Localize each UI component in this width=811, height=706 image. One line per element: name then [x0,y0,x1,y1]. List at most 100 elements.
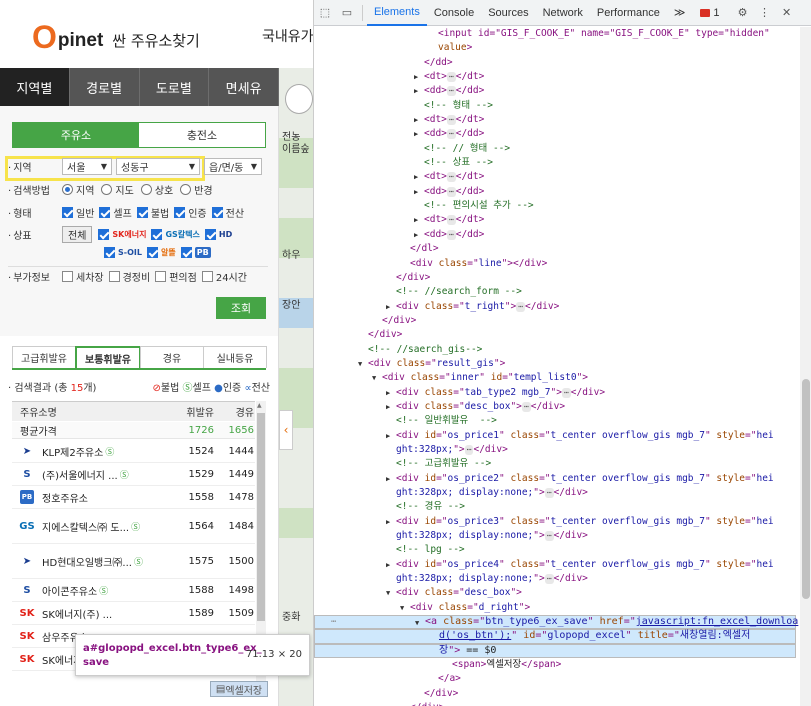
dom-tree-line[interactable]: ▼ <div class="desc_box"> [314,586,800,600]
station-name-cell[interactable]: S (주)서울에너지 ... Ⓢ [12,467,174,482]
caret-right-icon[interactable]: ▶ [414,113,418,127]
dom-tree-line[interactable]: ▶ <dd> ⋯ </dd> [314,84,800,98]
station-name[interactable]: 지에스칼텍스㈜ 도... [42,519,129,534]
tab-elements[interactable]: Elements [367,0,427,26]
caret-right-icon[interactable]: ▶ [414,127,418,141]
station-name[interactable]: (주)서울에너지 ... [42,467,118,482]
type-illegal[interactable]: 불법 [136,205,169,220]
caret-right-icon[interactable]: ▶ [414,170,418,184]
tab-diesel[interactable]: 경유 [140,346,204,368]
dom-tree-line[interactable]: ▶ <dd> ⋯ </dd> [314,185,800,199]
ellipsis-icon[interactable]: ⋯ [446,129,456,140]
station-name[interactable]: SK에너지(주) ... [42,606,112,621]
radio-icon[interactable] [140,184,152,195]
city-select[interactable]: 서울 ▼ [62,158,112,175]
checkbox-icon[interactable] [98,229,110,240]
station-name-cell[interactable]: ➤ HD현대오일뱅크㈜... Ⓢ [12,554,174,569]
tab-region[interactable]: 지역별 [0,68,70,106]
device-toggle-icon[interactable]: ▭ [336,6,358,19]
table-row[interactable]: S (주)서울에너지 ... Ⓢ 1529 1449 [12,463,255,486]
tab-taxfree[interactable]: 면세유 [209,68,279,106]
dom-tree-line[interactable]: <!-- 경유 --> [314,500,800,514]
dom-tree-line[interactable]: 장"> == $0 [314,643,796,659]
checkbox-icon[interactable] [211,207,223,218]
station-name-cell[interactable]: PB 정호주유소 [12,490,174,505]
town-select[interactable]: 읍/면/동 ▼ [204,158,262,175]
dom-tree-line[interactable]: ▶ <dd> ⋯ </dd> [314,228,800,242]
dom-tree-line[interactable]: ▶ <dt> ⋯ </dt> [314,70,800,84]
caret-down-icon[interactable]: ▼ [372,371,376,385]
ellipsis-icon[interactable]: ⋯ [446,115,456,126]
checkbox-icon[interactable] [155,271,167,282]
tab-premium-gasoline[interactable]: 고급휘발유 [12,346,76,368]
caret-down-icon[interactable]: ▼ [415,616,419,630]
dom-tree-line[interactable]: <input id="GIS_F_COOK_E" name="GIS_F_COO… [314,27,800,41]
dom-tree-line[interactable]: ▶ <dd> ⋯ </dd> [314,127,800,141]
scroll-thumb[interactable] [802,379,810,599]
dom-tree-line[interactable]: <!-- //saerch_gis--> [314,343,800,357]
tab-performance[interactable]: Performance [590,0,667,26]
caret-right-icon[interactable]: ▶ [386,472,390,486]
ellipsis-icon[interactable]: ⋯ [446,72,456,83]
elements-tree[interactable]: <input id="GIS_F_COOK_E" name="GIS_F_COO… [314,27,800,706]
dom-tree-line[interactable]: ▶ <div id="os_price3" class="t_center ove… [314,515,800,529]
checkbox-icon[interactable] [204,229,216,240]
dom-tree-line[interactable]: </dl> [314,242,800,256]
ellipsis-icon[interactable]: ⋯ [446,229,456,240]
tab-console[interactable]: Console [427,0,481,26]
dom-tree-line[interactable]: ▶ <dt> ⋯ </dt> [314,170,800,184]
station-name[interactable]: 아이콘주유소 [42,583,97,598]
extra-24h[interactable]: 24시간 [201,269,247,284]
brand-all-button[interactable]: 전체 [62,226,93,243]
dom-tree-line[interactable]: ▼ <div class="inner" id="templ_list0"> [314,371,800,385]
dom-tree-line[interactable]: ght:328px;"> ⋯ </div> [314,443,800,457]
search-button[interactable]: 조회 [216,297,266,319]
table-row[interactable]: SK SK에너지(주) ... 1589 1509 [12,602,255,625]
station-name-cell[interactable]: ➤ KLP제2주유소 Ⓢ [12,444,174,459]
radio-icon[interactable] [62,184,73,195]
dom-tree-line[interactable]: </div> [314,314,800,328]
caret-right-icon[interactable]: ▶ [386,558,390,572]
caret-down-icon[interactable]: ▼ [400,601,404,615]
dom-tree-line[interactable]: ▼ <div class="result_gis"> [314,357,800,371]
type-certified[interactable]: 인증 [174,205,207,220]
dom-tree-line[interactable]: </div> [314,687,800,701]
ellipsis-icon[interactable]: ⋯ [446,172,456,183]
tab-kerosene[interactable]: 실내등유 [203,346,267,368]
tab-regular-gasoline[interactable]: 보통휘발유 [75,346,141,368]
type-self[interactable]: 셀프 [99,205,132,220]
checkbox-icon[interactable] [180,247,192,258]
checkbox-icon[interactable] [62,207,73,218]
scroll-up-icon[interactable]: ▲ [257,402,262,409]
station-name-cell[interactable]: SK SK에너지(주) ... [12,606,174,621]
method-region[interactable]: 지역 [62,182,94,197]
caret-right-icon[interactable]: ▶ [414,70,418,84]
dom-tree-line[interactable]: ▼ <div class="d_right"> [314,601,800,615]
dom-tree-line[interactable]: </div> [314,328,800,342]
dom-tree-line[interactable]: ght:328px; display:none;"> ⋯ </div> [314,529,800,543]
col-diesel[interactable]: 경유 [214,404,254,419]
tab-charging-station[interactable]: 충전소 [139,123,265,147]
method-map[interactable]: 지도 [101,182,134,197]
dom-tree-line[interactable]: </dd> [314,56,800,70]
more-icon[interactable]: ⋯ [331,615,336,629]
dom-tree-line[interactable]: ▶ <div id="os_price1" class="t_center ove… [314,429,800,443]
checkbox-icon[interactable] [104,247,115,258]
method-radius[interactable]: 반경 [180,182,213,197]
dom-tree-line[interactable]: </div> [314,701,800,706]
district-select[interactable]: 성동구 ▼ [116,158,200,175]
dom-tree-line[interactable]: </div> [314,271,800,285]
extra-store[interactable]: 편의점 [155,269,197,284]
radio-icon[interactable] [180,184,192,195]
ellipsis-icon[interactable]: ⋯ [446,215,456,226]
map-strip[interactable]: 전농 이름숲 하우 장안 중화 [279,68,313,706]
tab-road[interactable]: 도로별 [140,68,210,106]
collapse-panel-button[interactable]: ‹ [279,410,293,450]
dom-tree-line[interactable]: ▶ <div class="tab_type2 mgb_7"> ⋯ </div> [314,386,800,400]
dom-tree-line[interactable]: <!-- // 형태 --> [314,142,800,156]
caret-right-icon[interactable]: ▶ [414,185,418,199]
ellipsis-icon[interactable]: ⋯ [544,531,554,542]
caret-right-icon[interactable]: ▶ [386,400,390,414]
dom-tree-line[interactable]: ▶ <dt> ⋯ </dt> [314,113,800,127]
dom-tree-line[interactable]: ⋯ ▼ <a class="btn_type6_ex_save" href="jav… [314,615,798,630]
